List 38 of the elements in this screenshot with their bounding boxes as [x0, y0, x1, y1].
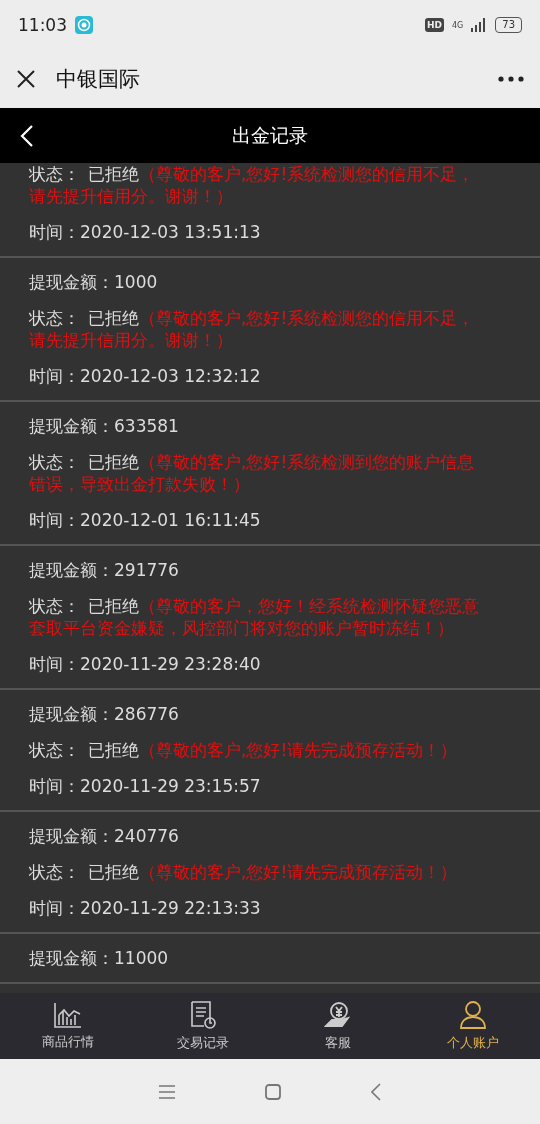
menu-icon[interactable]: [159, 1084, 175, 1099]
amount-text: 提现金额：286776: [29, 703, 179, 726]
status-line: 状态： 已拒绝（尊敬的客户,您好!系统检测您的信用不足，请先提升信用分。谢谢！）: [29, 163, 476, 207]
time-text: 时间：2020-12-03 12:32:12: [29, 365, 261, 388]
amount-text: 提现金额：11000: [29, 947, 169, 970]
signal-icon: [471, 18, 488, 32]
amount-text: 提现金额：1000: [29, 271, 158, 294]
nav-tab[interactable]: 交易记录: [135, 993, 270, 1059]
app-title: 中银国际: [56, 66, 140, 93]
amount-text: 提现金额：633581: [29, 415, 179, 438]
nav-tab[interactable]: 客服: [270, 993, 405, 1059]
status-line: 状态： 已拒绝（尊敬的客户,您好!系统检测到您的账户信息错误，导致出金打款失败！）: [29, 451, 476, 495]
amount-text: 提现金额：291776: [29, 559, 179, 582]
time-text: 时间：2020-11-29 22:13:33: [29, 897, 261, 920]
chart-icon: [52, 1001, 83, 1029]
clock: 11:03: [18, 15, 67, 35]
status-line: 状态： 已拒绝（尊敬的客户,您好!请先完成预存活动！）: [29, 739, 459, 761]
time-text: 时间：2020-11-29 23:15:57: [29, 775, 261, 798]
document-clock-icon: [189, 1000, 216, 1030]
close-icon[interactable]: [16, 69, 36, 89]
user-icon: [458, 1000, 487, 1030]
nav-tab[interactable]: 个人账户: [405, 993, 540, 1059]
status-line: 状态： 已拒绝（尊敬的客户,您好!系统检测您的信用不足，请先提升信用分。谢谢！）: [29, 307, 476, 351]
time-text: 时间：2020-12-03 13:51:13: [29, 221, 261, 244]
time-text: 时间：2020-11-29 23:28:40: [29, 653, 261, 676]
yen-hand-icon: [323, 1000, 352, 1030]
nav-tab[interactable]: 商品行情: [0, 993, 135, 1059]
more-icon[interactable]: [498, 76, 524, 82]
hd-indicator: HD: [424, 18, 444, 32]
network-type: 4G: [451, 20, 464, 30]
amount-text: 提现金额：240776: [29, 825, 179, 848]
status-line: 状态： 已拒绝（尊敬的客户,您好!请先完成预存活动！）: [29, 861, 459, 883]
page-title: 出金记录: [232, 122, 308, 148]
home-icon[interactable]: [265, 1083, 281, 1100]
app-notification-icon: [75, 16, 93, 34]
time-text: 时间：2020-12-01 16:11:45: [29, 509, 261, 532]
status-line: 状态： 已拒绝（尊敬的客户，您好！经系统检测怀疑您恶意套取平台资金嫌疑，风控部门将对您的账户暂时冻结！）: [29, 595, 480, 639]
battery-level: 73: [495, 17, 522, 33]
